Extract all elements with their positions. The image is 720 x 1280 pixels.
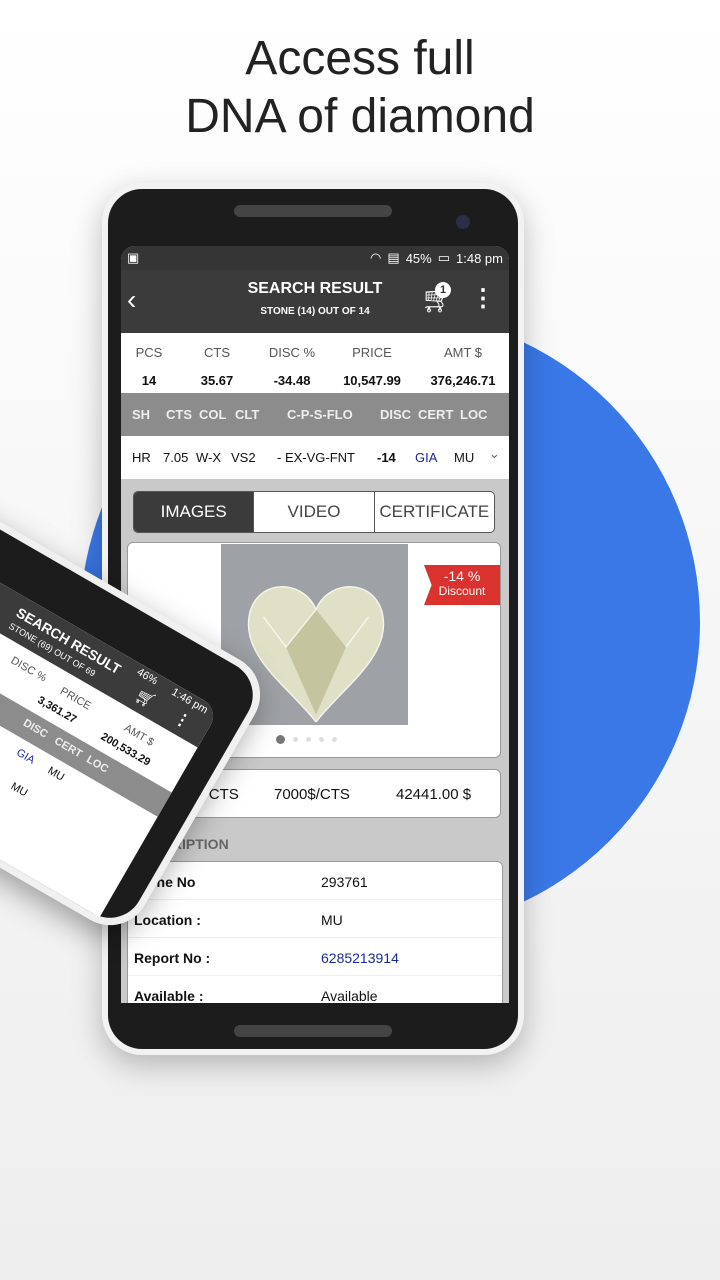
tab-certificate[interactable]: CERTIFICATE [373,492,494,532]
summary-header: AMT $ [443,345,483,360]
column-header: LOC [460,407,488,422]
summary-header: DISC % [268,345,316,360]
column-header: C-P-S-FLO [287,407,353,422]
row-value: 293761 [321,874,368,890]
table-row[interactable]: HR 7.05 W-X VS2 - EX-VG-FNT -14 GIA MU ⌄ [121,436,509,479]
column-header: SH [132,407,151,422]
headline: Access full DNA of diamond [0,30,720,146]
description-row: Stone No 293761 [128,862,502,900]
description-row: Report No : 6285213914 [128,938,502,976]
total-amount: 42441.00 $ [396,786,472,803]
description-row: Available : Available [128,976,502,1003]
row-label: Available : [134,988,204,1003]
discount-value: -14 % [443,568,481,584]
cell-location: MU [454,450,475,465]
bottom-speaker [234,1025,392,1037]
wifi-icon: ◠ [370,250,382,265]
speaker [234,205,392,217]
camera [456,215,470,229]
row-label: Location : [134,912,201,928]
gallery-icon: ▣ [127,250,140,265]
rap-price: 7000$/CTS [274,786,350,803]
headline-line2: DNA of diamond [185,90,535,143]
description-row: Location : MU [128,900,502,938]
summary-value: 10,547.99 [343,373,401,388]
cart-badge: 1 [435,282,451,298]
summary-value: -34.48 [273,373,311,388]
column-header: COL [199,407,227,422]
summary-table: PCS CTS DISC % PRICE AMT $ 14 35.67 -34.… [121,333,509,393]
phone2-header: DISC % [8,654,49,685]
summary-value: 376,246.71 [430,373,496,388]
clock: 1:48 pm [456,250,503,266]
column-header: DISC [380,407,412,422]
summary-value: 14 [141,373,157,388]
cell-cut-polish-sym-flo: - EX-VG-FNT [277,450,355,465]
app-header: ‹ SEARCH RESULT STONE (14) OUT OF 14 🛒︎ … [121,270,509,333]
battery-icon: ▭ [437,250,451,265]
phone2-loc: MU [8,780,30,800]
cell-shape: HR [132,450,151,465]
summary-header: CTS [204,345,230,360]
description-card: Stone No 293761 Location : MU Report No : 6… [127,861,503,1003]
column-header: CLT [235,407,260,422]
cell-clarity: VS2 [231,450,256,465]
summary-header: PCS [135,345,163,360]
tab-video[interactable]: VIDEO [253,492,373,532]
chevron-down-icon[interactable]: ⌄ [489,446,500,462]
phone2-loc: MU [45,764,67,784]
media-tabs: IMAGES VIDEO CERTIFICATE [133,491,495,533]
cell-color: W-X [196,450,222,465]
sd-card-icon: ▤ [387,250,400,265]
column-header: CTS [166,407,192,422]
report-number-link[interactable]: 6285213914 [321,950,399,966]
headline-line1: Access full [245,32,475,85]
discount-label: Discount [438,584,486,598]
tab-images[interactable]: IMAGES [134,492,254,532]
cell-discount: -14 [377,450,396,465]
summary-header: PRICE [352,345,392,360]
cell-carats: 7.05 [163,450,189,465]
cell-cert-link[interactable]: GIA [415,450,437,465]
battery-percent: 45% [405,250,432,266]
row-value: MU [321,912,343,928]
row-value: Available [321,988,378,1003]
heart-diamond-icon [247,586,385,722]
summary-value: 35.67 [200,373,234,388]
carousel-dots[interactable] [276,735,337,744]
row-label: Report No : [134,950,211,966]
column-headers: SH CTS COL CLT C-P-S-FLO DISC CERT LOC [121,393,509,436]
column-header: CERT [418,407,454,422]
more-options-icon[interactable]: ⋮ [471,284,495,313]
discount-ribbon: -14 % Discount [424,565,500,605]
status-bar: ▣ ◠ ▤ 45% ▭ 1:48 pm [121,246,509,270]
phone2-cert: GIA [14,746,37,767]
